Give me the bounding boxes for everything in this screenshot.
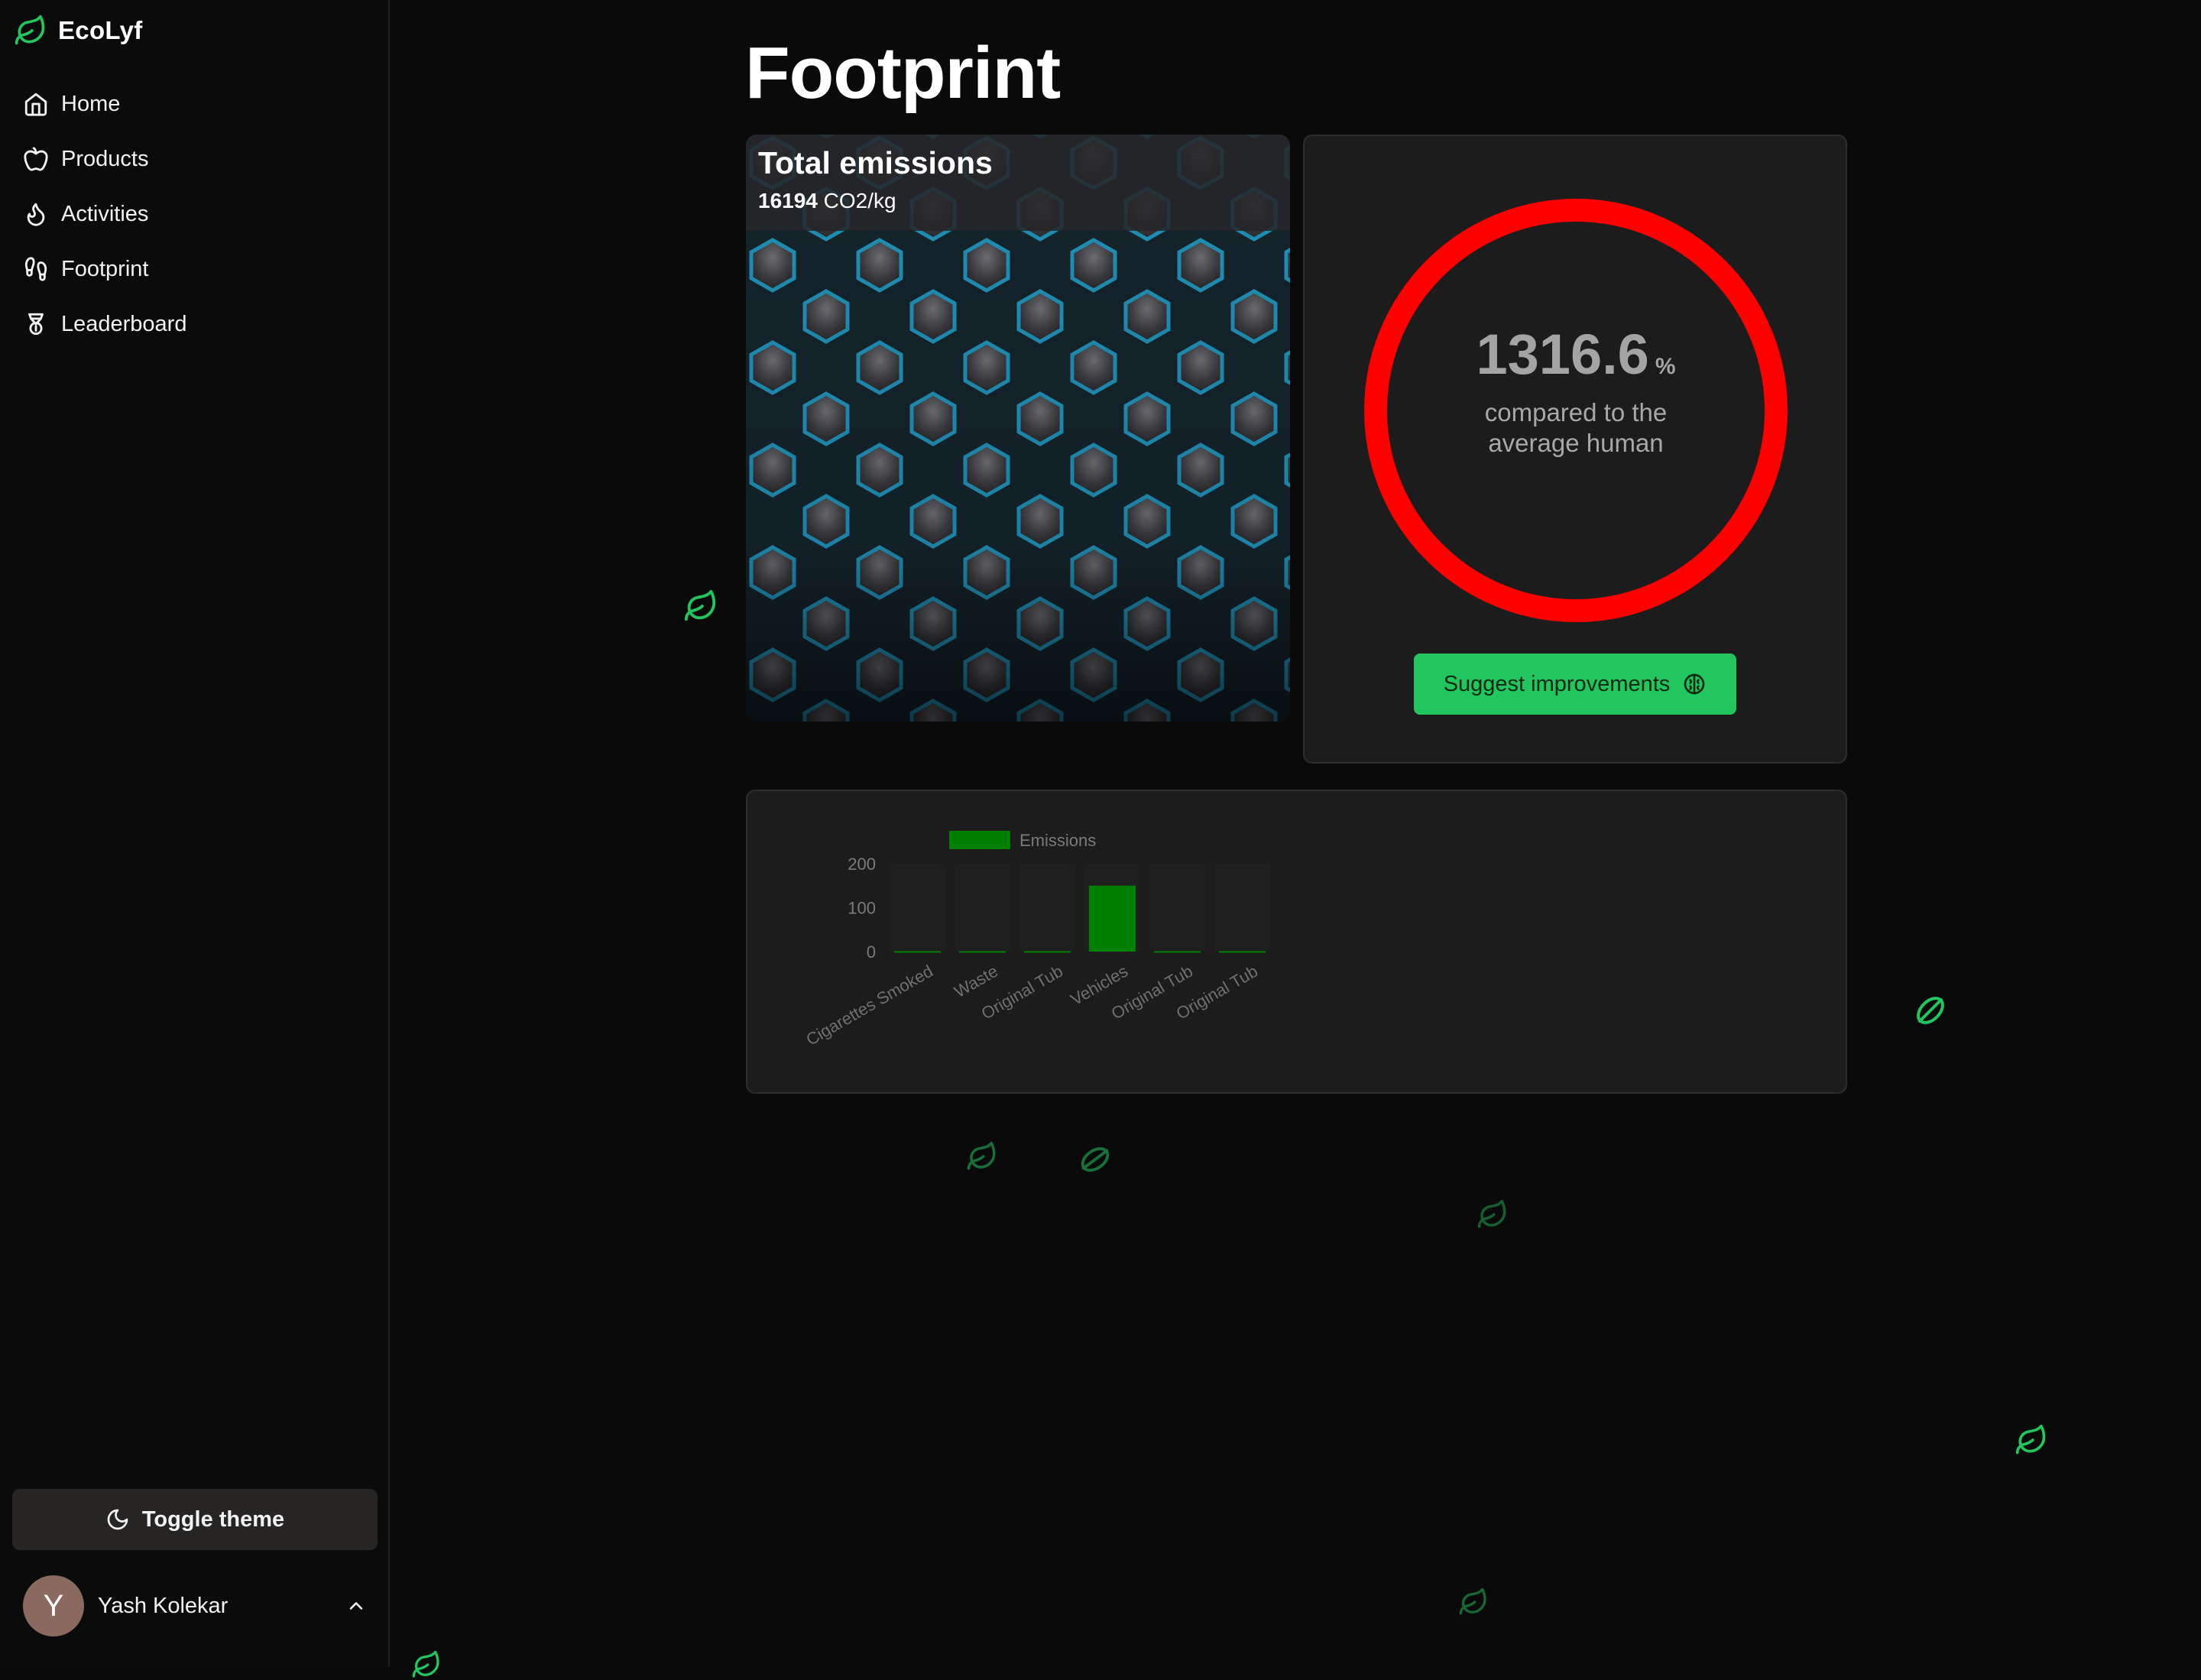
page-title: Footprint <box>745 32 1061 114</box>
chevron-up-icon[interactable] <box>345 1595 367 1617</box>
floating-leaf-icon <box>412 1650 439 1678</box>
floating-leaf-icon <box>2015 1424 2046 1455</box>
sidebar-item-label: Footprint <box>61 256 149 281</box>
brand[interactable]: EcoLyf <box>14 11 143 50</box>
flame-icon <box>27 203 45 226</box>
y-tick-label: 200 <box>848 855 876 874</box>
floating-leaf-icon <box>1477 1199 1506 1228</box>
total-emissions-header: Total emissions 16194 CO2/kg <box>746 135 1290 231</box>
chart-bar <box>1218 951 1266 953</box>
x-tick-label: Waste <box>951 962 1001 1001</box>
leaf-logo-icon <box>15 15 45 45</box>
user-name: Yash Kolekar <box>98 1593 229 1618</box>
floating-leaf-icon <box>1917 997 1944 1024</box>
chart-bar <box>1153 951 1201 953</box>
chart-bar <box>958 951 1006 953</box>
comparison-card: 1316.6% compared to the average human Su… <box>1303 135 1847 764</box>
app-name: EcoLyf <box>58 16 143 44</box>
chart-slot-background <box>1214 864 1270 952</box>
sidebar-item-label: Leaderboard <box>61 311 187 336</box>
sidebar-nav: Home Products Activities Footprint Leade… <box>23 76 374 352</box>
moon-icon <box>107 1509 128 1530</box>
percent-unit: % <box>1655 354 1676 379</box>
percent-value: 1316.6 <box>1476 323 1649 386</box>
sidebar-item-home[interactable]: Home <box>23 76 374 131</box>
suggest-improvements-button[interactable]: Suggest improvements <box>1414 654 1736 715</box>
chart-slot-background <box>1019 864 1075 952</box>
sidebar-item-footprint[interactable]: Footprint <box>23 242 374 297</box>
sidebar-item-leaderboard[interactable]: Leaderboard <box>23 297 374 352</box>
sidebar-item-label: Home <box>61 91 121 116</box>
emissions-number: 16194 <box>758 189 818 212</box>
home-icon <box>24 92 47 116</box>
y-tick-label: 0 <box>867 942 876 962</box>
floating-leaf-icon <box>967 1141 996 1170</box>
apple-icon <box>24 147 48 171</box>
total-emissions-value: 16194 CO2/kg <box>758 189 1290 213</box>
comparison-line-1: compared to the <box>1484 398 1668 426</box>
floating-leaf-icon <box>1081 1147 1110 1172</box>
toggle-theme-button[interactable]: Toggle theme <box>12 1489 378 1550</box>
emissions-unit: CO2/kg <box>823 189 896 212</box>
trophy-icon <box>28 313 44 336</box>
x-tick-label: Cigarettes Smoked <box>802 962 936 1049</box>
legend-swatch <box>949 831 1010 849</box>
sidebar-item-products[interactable]: Products <box>23 131 374 186</box>
brain-icon <box>1684 673 1705 695</box>
avatar: Y <box>23 1575 84 1636</box>
total-emissions-card: Total emissions 16194 CO2/kg <box>746 135 1290 722</box>
sidebar-item-activities[interactable]: Activities <box>23 186 374 242</box>
chart-slot-background <box>890 864 945 952</box>
comparison-line-2: average human <box>1488 429 1664 457</box>
sidebar-item-label: Activities <box>61 201 149 226</box>
emissions-bar-chart: 0100200Cigarettes Smoked WasteOriginal Tu… <box>802 831 1270 1049</box>
floating-leaf-icon <box>684 589 716 621</box>
suggest-improvements-label: Suggest improvements <box>1443 671 1671 696</box>
footprints-icon <box>24 257 47 281</box>
sidebar: EcoLyf Home Products Activities Footprin… <box>0 0 390 1667</box>
user-menu[interactable]: Y Yash Kolekar <box>23 1575 367 1637</box>
toggle-theme-label: Toggle theme <box>141 1506 285 1532</box>
total-emissions-title: Total emissions <box>758 145 993 180</box>
chart-slot-background <box>1149 864 1205 952</box>
emissions-chart-card: 0 100 200 Cigarettes Smoked Waste Original Tu… <box>746 790 1847 1094</box>
sidebar-item-label: Products <box>61 146 149 171</box>
chart-bar <box>1023 951 1071 953</box>
comparison-text: 1316.6% compared to the average human <box>1364 199 1788 622</box>
chart-bar <box>893 951 942 953</box>
legend-label: Emissions <box>1019 831 1096 850</box>
y-tick-label: 100 <box>848 899 876 918</box>
chart-slot-background <box>955 864 1010 952</box>
chart-bar <box>1088 885 1136 952</box>
comparison-percent: 1316.6% <box>1476 324 1675 397</box>
floating-leaf-icon <box>1459 1588 1486 1615</box>
